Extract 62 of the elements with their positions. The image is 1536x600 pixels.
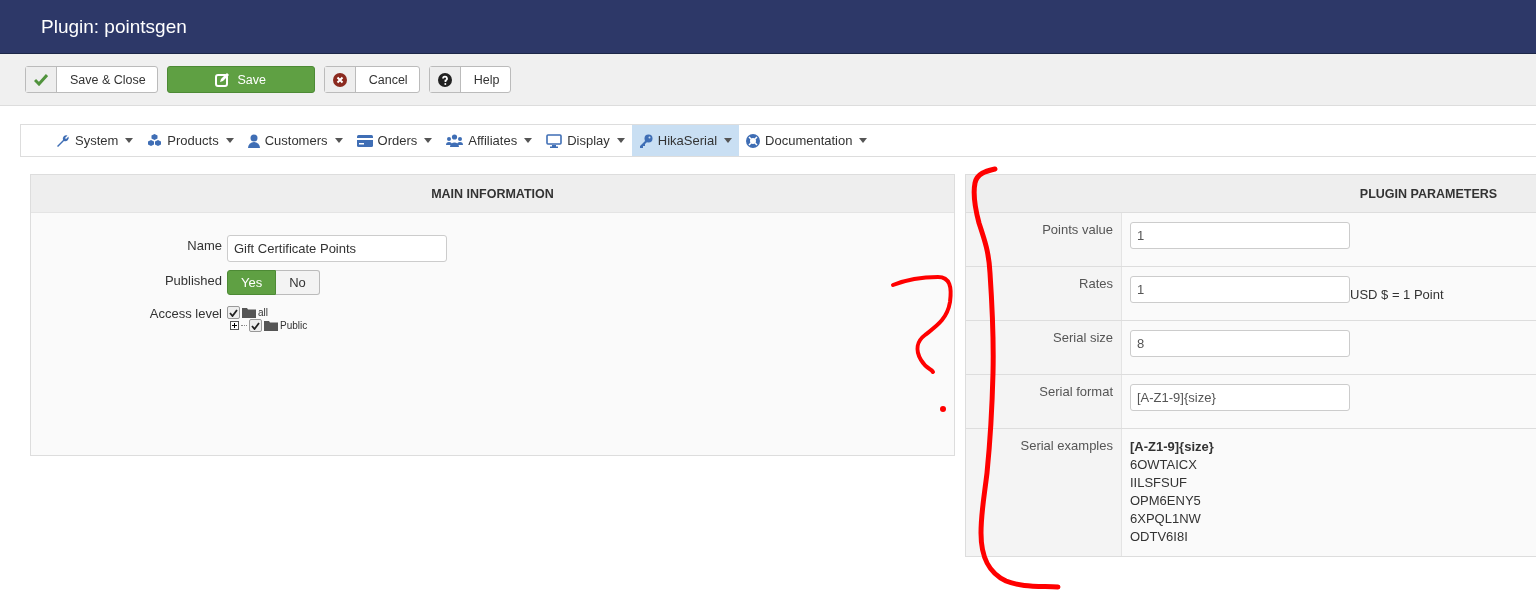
field-label: Serial size	[1053, 330, 1113, 345]
caret-icon	[125, 138, 134, 143]
field-label: Points value	[1042, 222, 1113, 237]
users-icon	[446, 134, 464, 147]
toggle-option[interactable]: No	[276, 270, 320, 295]
panel-title: MAIN INFORMATION	[431, 186, 554, 201]
wrench-icon	[56, 133, 70, 148]
caret-icon	[859, 138, 868, 143]
checkbox[interactable]	[227, 306, 240, 319]
user-icon	[247, 133, 260, 148]
serial-example: 6OWTAICX	[1130, 456, 1198, 474]
menu-item[interactable]: Display	[539, 125, 632, 156]
serial-example: IILSFSUF	[1130, 474, 1189, 492]
menu-item[interactable]: System	[49, 125, 141, 156]
caret-icon	[225, 138, 234, 143]
folder-icon	[242, 307, 256, 318]
folder-icon	[264, 320, 278, 331]
menu-item[interactable]: HikaSerial	[631, 125, 740, 156]
serial-example: OPM6ENY5	[1130, 492, 1202, 510]
menu-item[interactable]: Documentation	[739, 125, 875, 156]
help-button[interactable]: Help	[428, 66, 512, 93]
panel-title: PLUGIN PARAMETERS	[1359, 186, 1498, 201]
checkbox[interactable]	[249, 319, 262, 332]
input-field[interactable]: 1	[1130, 222, 1350, 249]
menu-item[interactable]: Products	[140, 125, 241, 156]
check-icon	[34, 73, 48, 86]
input-field[interactable]: 8	[1130, 330, 1350, 357]
tree-label: all	[258, 307, 268, 318]
close-icon	[332, 72, 347, 87]
caret-icon	[424, 138, 433, 143]
key-icon	[638, 133, 653, 148]
monitor-icon	[546, 133, 563, 148]
input-field[interactable]: [A-Z1-9]{size}	[1130, 384, 1350, 411]
cancel-button[interactable]: Cancel	[323, 66, 420, 93]
menu-item[interactable]: Affiliates	[439, 125, 540, 156]
caret-icon	[724, 138, 733, 143]
field-label: Name	[186, 237, 222, 253]
caret-icon	[616, 138, 625, 143]
caret-icon	[524, 138, 533, 143]
expand-icon[interactable]	[230, 321, 239, 330]
field-label: Access level	[148, 305, 222, 321]
input-field[interactable]: 1	[1130, 276, 1350, 303]
name-field[interactable]: Gift Certificate Points	[227, 235, 447, 262]
credit-card-icon	[356, 134, 373, 147]
caret-icon	[334, 138, 343, 143]
cubes-icon	[147, 133, 163, 148]
tree-label: Public	[280, 320, 308, 331]
lifebuoy-icon	[746, 133, 761, 148]
field-label: Serial format	[1039, 384, 1113, 399]
menu-item[interactable]: Customers	[240, 125, 350, 156]
format-heading: [A-Z1-9]{size}	[1130, 438, 1215, 456]
field-label: Serial examples	[1020, 438, 1113, 453]
field-label: Published	[163, 272, 222, 288]
window-title: Plugin: pointsgen	[41, 15, 187, 38]
field-label: Rates	[1079, 276, 1113, 291]
help-icon	[437, 72, 452, 87]
serial-example: 6XPQL1NW	[1130, 510, 1202, 528]
serial-example: ODTV6I8I	[1130, 528, 1189, 546]
unit-label: USD $ = 1 Point	[1350, 287, 1444, 303]
menu-item[interactable]: Orders	[349, 125, 440, 156]
save-close-button[interactable]: Save & Close	[25, 66, 158, 93]
edit-icon	[215, 72, 230, 87]
